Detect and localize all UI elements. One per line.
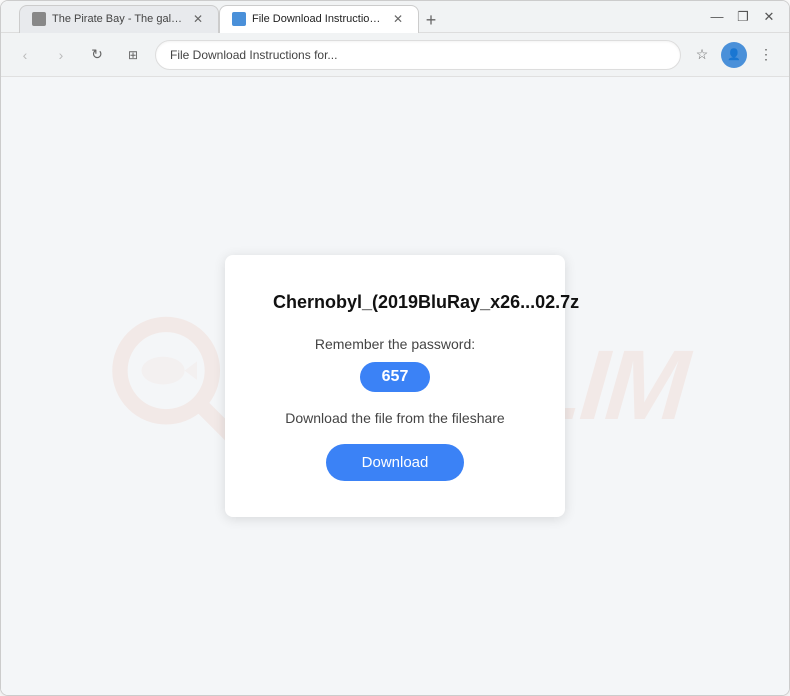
- new-tab-button[interactable]: +: [419, 9, 443, 33]
- tab-favicon-2: [232, 12, 246, 26]
- address-right-icons: ☆ 👤 ⋮: [689, 42, 779, 68]
- filename-label: Chernobyl_(2019BluRay_x26...02.7z: [273, 291, 517, 314]
- close-button[interactable]: ✕: [757, 5, 781, 29]
- tab-filedownload[interactable]: File Download Instructions for... ✕: [219, 5, 419, 33]
- browser-frame: The Pirate Bay - The galaxy's m... ✕ Fil…: [0, 0, 790, 696]
- download-button[interactable]: Download: [326, 444, 465, 481]
- tab-title-2: File Download Instructions for...: [252, 13, 384, 25]
- tab-title-1: The Pirate Bay - The galaxy's m...: [52, 13, 184, 25]
- tab-favicon-1: [32, 12, 46, 26]
- tab-piratebay[interactable]: The Pirate Bay - The galaxy's m... ✕: [19, 5, 219, 33]
- title-bar: The Pirate Bay - The galaxy's m... ✕ Fil…: [1, 1, 789, 33]
- url-bar[interactable]: File Download Instructions for...: [155, 40, 681, 70]
- password-label: Remember the password:: [273, 336, 517, 352]
- url-text: File Download Instructions for...: [170, 48, 666, 62]
- title-bar-controls: — ❐ ✕: [705, 5, 781, 29]
- minimize-button[interactable]: —: [705, 5, 729, 29]
- instruction-text: Download the file from the fileshare: [273, 410, 517, 426]
- tab-close-1[interactable]: ✕: [190, 11, 206, 27]
- download-card: Chernobyl_(2019BluRay_x26...02.7z Rememb…: [225, 255, 565, 517]
- menu-icon[interactable]: ⋮: [753, 42, 779, 68]
- password-badge: 657: [360, 362, 431, 392]
- custom-nav-button[interactable]: ⊞: [119, 41, 147, 69]
- back-button[interactable]: ‹: [11, 41, 39, 69]
- bookmark-icon[interactable]: ☆: [689, 42, 715, 68]
- page-content: FISH.LIM Chernobyl_(2019BluRay_x26...02.…: [1, 77, 789, 695]
- tabs-area: The Pirate Bay - The galaxy's m... ✕ Fil…: [19, 1, 699, 33]
- forward-button[interactable]: ›: [47, 41, 75, 69]
- refresh-button[interactable]: ↻: [83, 41, 111, 69]
- tab-close-2[interactable]: ✕: [390, 11, 406, 27]
- maximize-button[interactable]: ❐: [731, 5, 755, 29]
- address-bar: ‹ › ↻ ⊞ File Download Instructions for..…: [1, 33, 789, 77]
- profile-icon[interactable]: 👤: [721, 42, 747, 68]
